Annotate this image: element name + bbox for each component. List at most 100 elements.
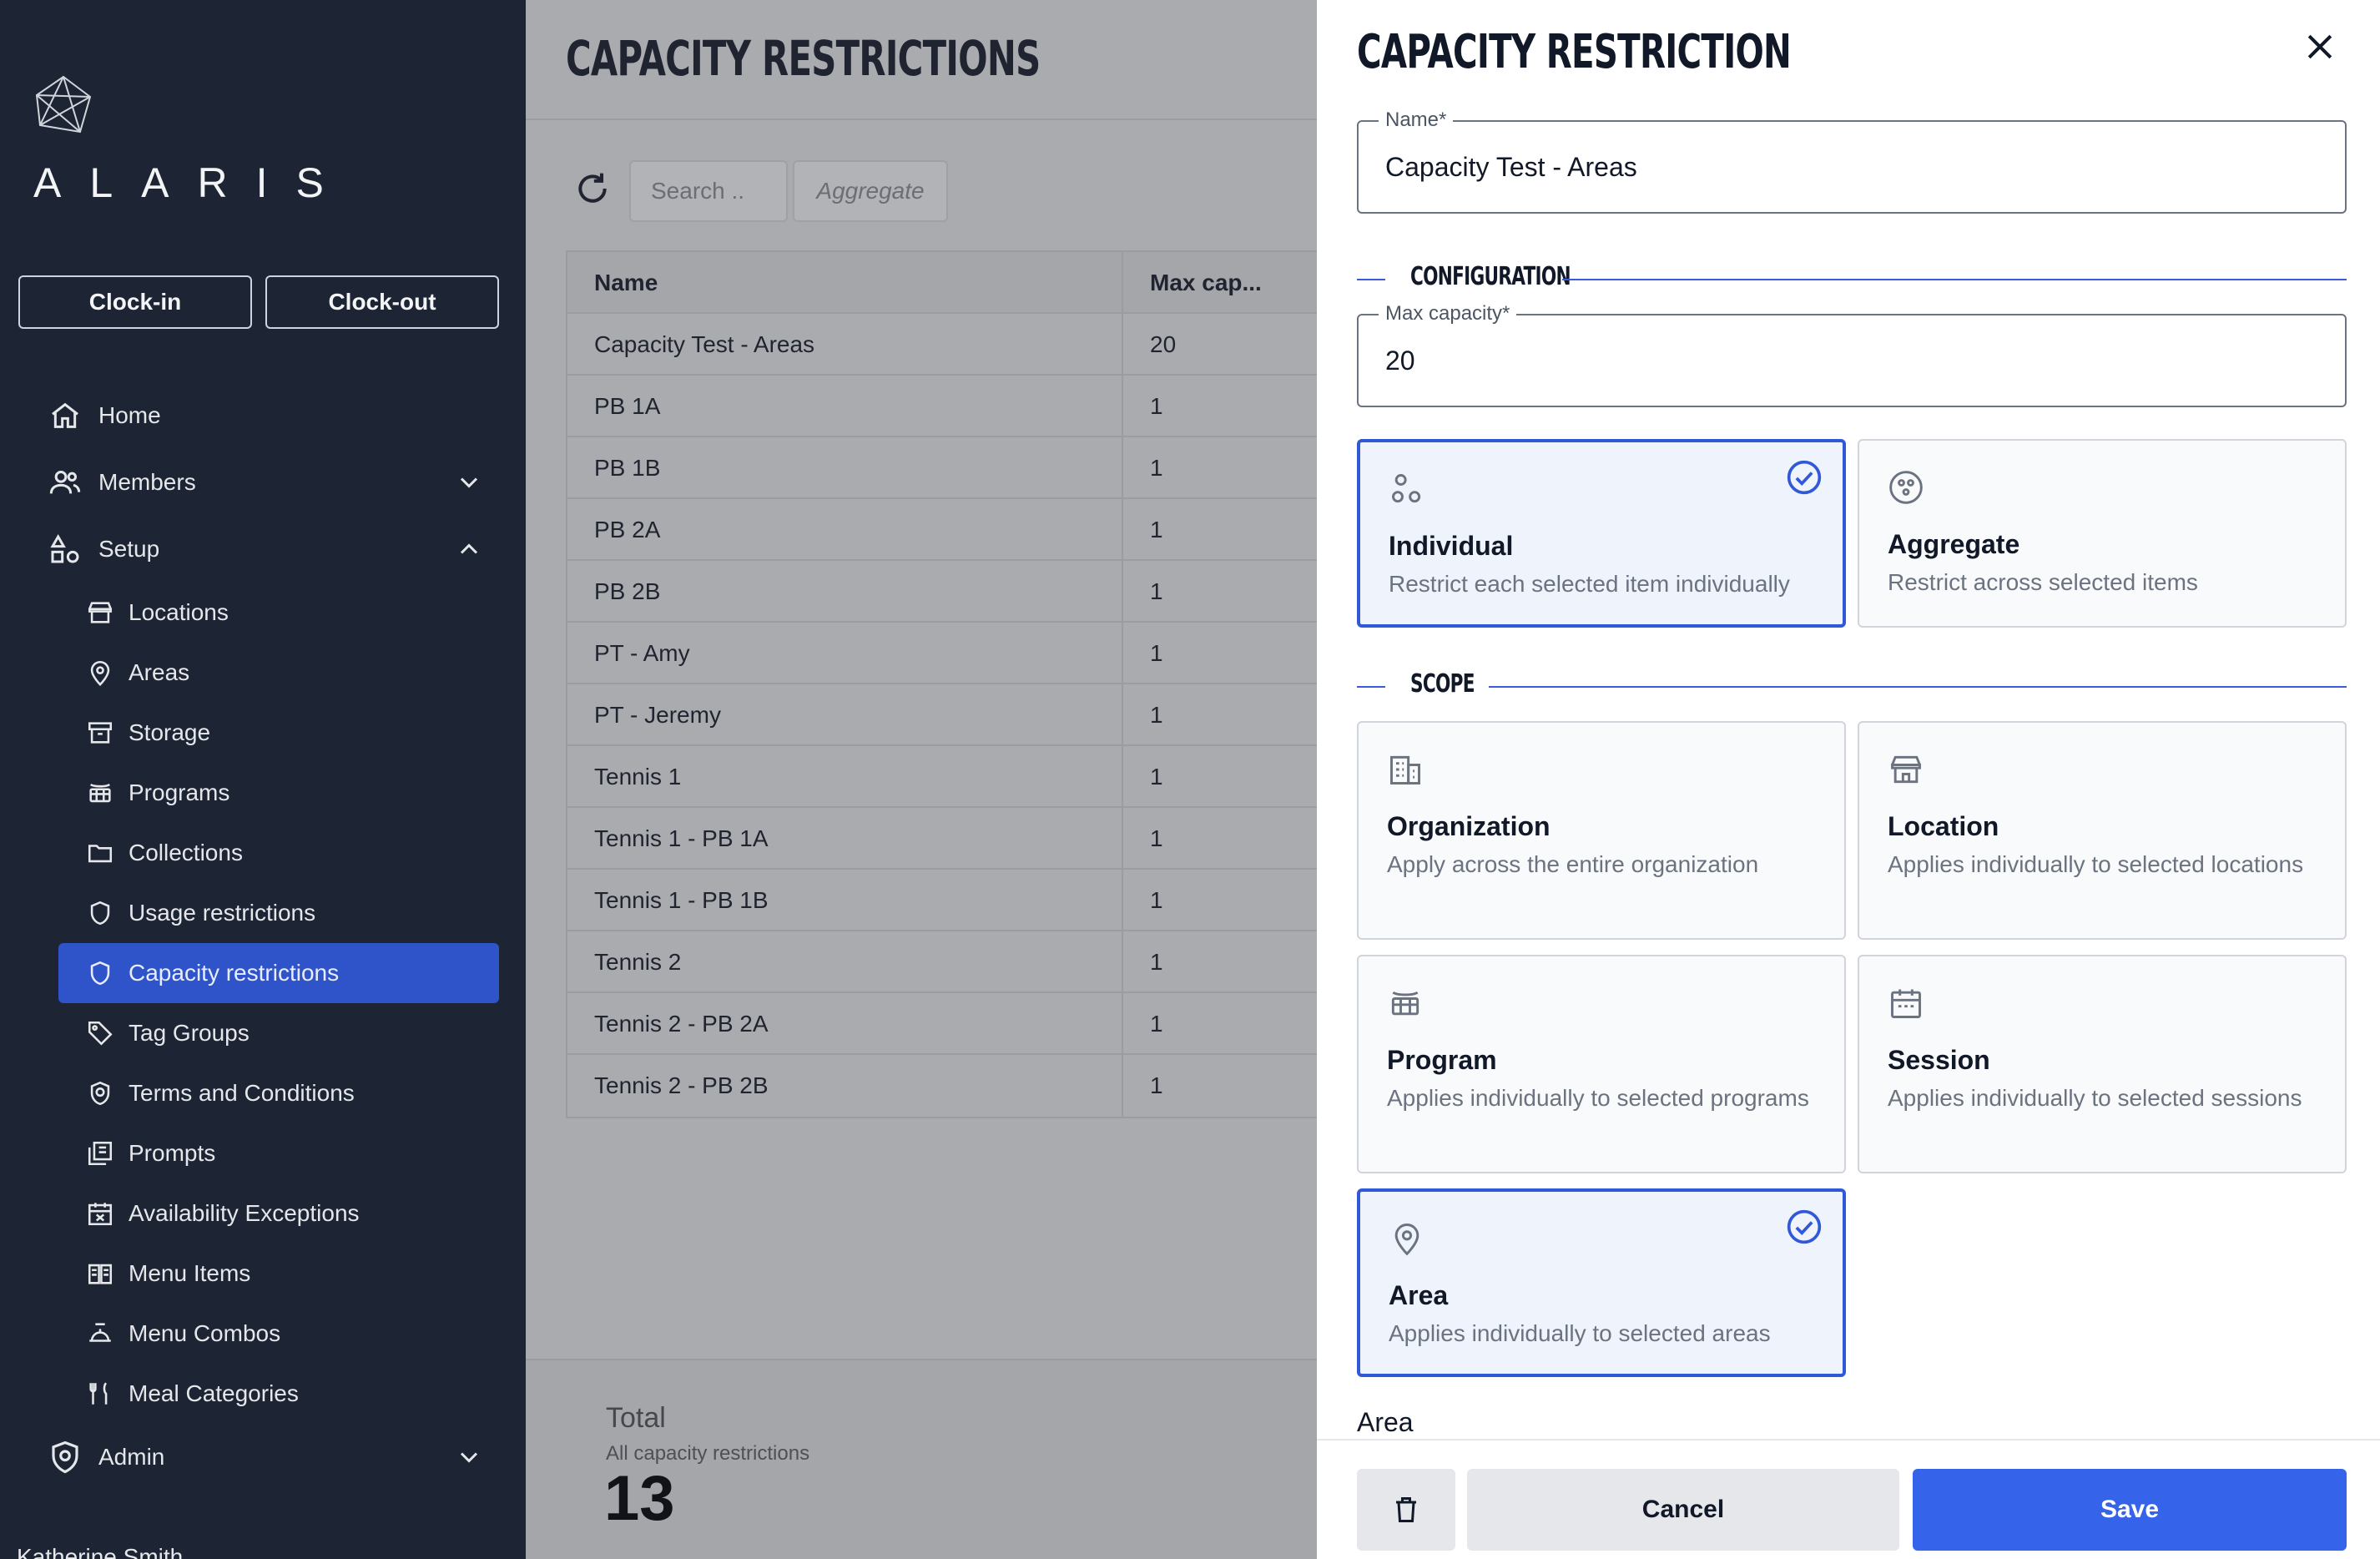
cell-max-capacity: 20 [1150, 331, 1177, 357]
scope-title: Location [1888, 811, 1999, 841]
table-row[interactable]: PB 1B 1 [567, 437, 1324, 499]
cell-name: Tennis 2 [594, 949, 682, 975]
sidebar-item-areas[interactable]: Areas [58, 643, 499, 703]
cell-name: PT - Jeremy [594, 702, 721, 728]
program-icon [83, 776, 117, 810]
scope-desc: Applies individually to selected areas [1389, 1320, 1771, 1346]
shapes-icon [47, 531, 83, 568]
clock-out-button[interactable]: Clock-out [265, 275, 499, 329]
sidebar-item-prompts[interactable]: Prompts [58, 1123, 499, 1183]
sidebar-item-label: Availability Exceptions [129, 1200, 360, 1226]
aggregate-icon [1889, 471, 1923, 504]
close-icon[interactable] [2302, 28, 2338, 65]
nav-admin[interactable]: Admin [0, 1427, 526, 1487]
scope-card-organization[interactable]: Organization Apply across the entire org… [1357, 721, 1846, 940]
nav-members[interactable]: Members [0, 452, 526, 512]
clock-in-button[interactable]: Clock-in [18, 275, 252, 329]
cell-name: PB 1B [594, 455, 661, 481]
scope-card-session[interactable]: Session Applies individually to selected… [1858, 955, 2347, 1173]
shield-check-icon [83, 1077, 117, 1110]
table-row[interactable]: Tennis 1 1 [567, 746, 1324, 808]
search-input[interactable]: Search .. [629, 160, 788, 222]
sidebar-item-label: Terms and Conditions [129, 1080, 355, 1106]
table-row[interactable]: Tennis 2 - PB 2A 1 [567, 993, 1324, 1055]
table-row[interactable]: PB 2B 1 [567, 561, 1324, 623]
cell-name: Tennis 2 - PB 2B [594, 1072, 769, 1098]
panel-title: CAPACITY RESTRICTION [1357, 25, 1792, 79]
cancel-button[interactable]: Cancel [1467, 1469, 1899, 1551]
sidebar-item-menu-items[interactable]: Menu Items [58, 1244, 499, 1304]
refresh-icon[interactable] [574, 170, 611, 207]
sidebar-item-programs[interactable]: Programs [58, 763, 499, 823]
tag-icon [83, 1017, 117, 1050]
cell-max-capacity: 1 [1150, 764, 1163, 790]
sidebar-item-storage[interactable]: Storage [58, 703, 499, 763]
nav-setup[interactable]: Setup [0, 519, 526, 579]
scope-card-area[interactable]: Area Applies individually to selected ar… [1357, 1188, 1846, 1377]
sidebar: ALARIS Clock-in Clock-out Home Members S… [0, 0, 526, 1559]
chevron-up-icon[interactable] [454, 534, 484, 564]
aggregate-filter-chip[interactable]: Aggregate [793, 160, 948, 222]
sidebar-item-capacity-restrictions[interactable]: Capacity restrictions [58, 943, 499, 1003]
calendar-icon [1891, 989, 1921, 1018]
sidebar-item-locations[interactable]: Locations [58, 583, 499, 643]
table-row[interactable]: Tennis 1 - PB 1B 1 [567, 870, 1324, 931]
mode-title: Individual [1389, 531, 1514, 561]
scope-title: Session [1888, 1045, 1990, 1075]
sidebar-item-collections[interactable]: Collections [58, 823, 499, 883]
table-row[interactable]: Tennis 2 1 [567, 931, 1324, 993]
table-row[interactable]: Tennis 1 - PB 1A 1 [567, 808, 1324, 870]
sidebar-item-label: Meal Categories [129, 1380, 299, 1406]
cell-max-capacity: 1 [1150, 1011, 1163, 1037]
sidebar-item-menu-combos[interactable]: Menu Combos [58, 1304, 499, 1364]
sidebar-item-label: Locations [129, 599, 229, 625]
cell-max-capacity: 1 [1150, 517, 1163, 542]
shield-icon [83, 896, 117, 930]
scope-card-program[interactable]: Program Applies individually to selected… [1357, 955, 1846, 1173]
max-capacity-field[interactable]: Max capacity* 20 [1357, 302, 2347, 407]
table-row[interactable]: PB 2A 1 [567, 499, 1324, 561]
cell-max-capacity: 1 [1150, 455, 1163, 481]
delete-button[interactable] [1357, 1469, 1455, 1551]
table-row[interactable]: Tennis 2 - PB 2B 1 [567, 1055, 1324, 1117]
scope-card-location[interactable]: Location Applies individually to selecte… [1858, 721, 2347, 940]
chevron-down-icon[interactable] [454, 467, 484, 497]
column-header-max-capacity[interactable]: Max cap... [1150, 252, 1262, 314]
fork-knife-icon [83, 1377, 117, 1410]
cell-name: PB 2B [594, 578, 661, 604]
sidebar-item-meal-categories[interactable]: Meal Categories [58, 1364, 499, 1424]
table-row[interactable]: PB 1A 1 [567, 376, 1324, 437]
sidebar-item-tag-groups[interactable]: Tag Groups [58, 1003, 499, 1063]
table-row[interactable]: PT - Jeremy 1 [567, 684, 1324, 746]
trash-icon [1396, 1497, 1416, 1522]
table-row[interactable]: Capacity Test - Areas 20 [567, 314, 1324, 376]
chevron-down-icon[interactable] [454, 1442, 484, 1472]
sidebar-item-label: Menu Combos [129, 1320, 281, 1346]
scope-desc: Applies individually to selected locatio… [1888, 851, 2304, 877]
scope-title: Organization [1387, 811, 1551, 841]
nav-home[interactable]: Home [0, 386, 526, 446]
mode-card-individual[interactable]: Individual Restrict each selected item i… [1357, 439, 1846, 628]
page-header: CAPACITY RESTRICTIONS [526, 0, 1319, 120]
cell-max-capacity: 1 [1150, 825, 1163, 851]
nav-setup-label: Setup [98, 536, 160, 562]
sidebar-item-label: Collections [129, 840, 243, 865]
sidebar-item-availability-exceptions[interactable]: Availability Exceptions [58, 1183, 499, 1244]
cell-max-capacity: 1 [1150, 949, 1163, 975]
sidebar-item-terms-and-conditions[interactable]: Terms and Conditions [58, 1063, 499, 1123]
cell-name: PB 1A [594, 393, 661, 419]
mode-card-aggregate[interactable]: Aggregate Restrict across selected items [1858, 439, 2347, 628]
column-header-name[interactable]: Name [594, 252, 658, 314]
table-row[interactable]: PT - Amy 1 [567, 623, 1324, 684]
save-button[interactable]: Save [1913, 1469, 2347, 1551]
archive-icon [83, 716, 117, 749]
alaris-logo-icon [35, 75, 92, 134]
shield-icon [83, 956, 117, 990]
panel-footer: Cancel Save [1317, 1439, 2380, 1559]
prompts-icon [83, 1137, 117, 1170]
individual-icon [1392, 474, 1421, 503]
shield-icon [47, 1439, 83, 1476]
sidebar-item-usage-restrictions[interactable]: Usage restrictions [58, 883, 499, 943]
mode-desc: Restrict each selected item individually [1389, 571, 1790, 597]
name-field[interactable]: Name* Capacity Test - Areas [1357, 108, 2347, 214]
